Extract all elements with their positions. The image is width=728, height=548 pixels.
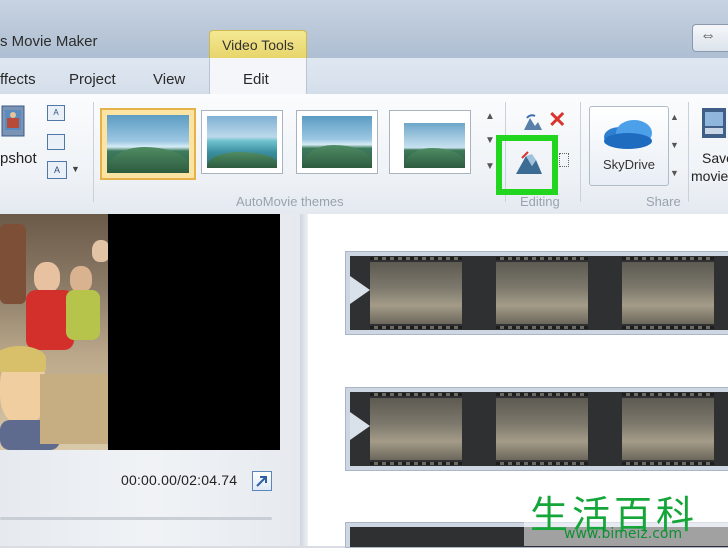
credits-dropdown-arrow[interactable]: ▼: [71, 164, 80, 174]
title-icon[interactable]: [47, 134, 65, 150]
title-bar: [0, 0, 728, 58]
editing-group-label: Editing: [520, 194, 560, 209]
highlight-box: [496, 135, 558, 195]
watermark-url: www.bimeiz.com: [564, 526, 683, 542]
skydrive-label: SkyDrive: [602, 157, 655, 172]
skydrive-icon: [598, 113, 656, 151]
tab-visual-effects[interactable]: ffects: [0, 71, 36, 88]
caption-icon[interactable]: A: [47, 105, 65, 121]
clip-row[interactable]: [345, 251, 728, 335]
theme-pan-zoom[interactable]: [389, 110, 471, 174]
storyboard-edge: [300, 214, 308, 546]
credits-icon[interactable]: A: [47, 161, 67, 179]
watermark: 生活百科 www.bimeiz.com: [524, 484, 728, 546]
share-scroll[interactable]: ▲ ▼ ▼: [670, 108, 680, 184]
tab-project[interactable]: Project: [69, 71, 116, 88]
video-letterbox: [108, 214, 280, 450]
restore-icon: ⇔: [700, 27, 716, 44]
themes-scroll-up[interactable]: ▲: [483, 106, 497, 128]
themes-scroll-down[interactable]: ▼: [483, 130, 497, 152]
group-separator: [93, 102, 94, 202]
group-separator: [688, 102, 689, 202]
save-movie-label-2: movie: [691, 168, 728, 184]
video-tools-context-tab: Video Tools: [209, 30, 307, 59]
window-title: s Movie Maker: [0, 33, 98, 50]
timecode: 00:00.00/02:04.74: [121, 472, 238, 488]
rotate-icon[interactable]: [521, 112, 543, 132]
snapshot-icon[interactable]: [0, 104, 26, 140]
themes-gallery-expand[interactable]: ▼: [483, 156, 497, 178]
tab-edit[interactable]: Edit: [243, 71, 269, 88]
skydrive-button[interactable]: SkyDrive: [589, 106, 669, 186]
tab-view[interactable]: View: [153, 71, 185, 88]
video-preview: [0, 214, 108, 450]
remove-icon[interactable]: ✕: [548, 109, 566, 131]
expand-icon: [256, 476, 267, 487]
theme-default[interactable]: [100, 108, 196, 180]
snapshot-label: pshot: [0, 150, 37, 167]
clip-row[interactable]: [345, 387, 728, 471]
restore-window-button[interactable]: ⇔: [692, 24, 728, 52]
theme-contemporary[interactable]: [201, 110, 283, 174]
automovie-themes-label: AutoMovie themes: [236, 194, 344, 209]
seek-bar[interactable]: [0, 517, 272, 520]
group-separator: [580, 102, 581, 202]
expand-preview-button[interactable]: [252, 471, 272, 491]
save-movie-label: Save: [702, 150, 728, 166]
save-movie-icon[interactable]: [700, 106, 728, 140]
theme-fade[interactable]: [296, 110, 378, 174]
video-tools-label: Video Tools: [222, 37, 294, 53]
select-all-icon[interactable]: [559, 153, 569, 167]
share-group-label: Share: [646, 194, 681, 209]
